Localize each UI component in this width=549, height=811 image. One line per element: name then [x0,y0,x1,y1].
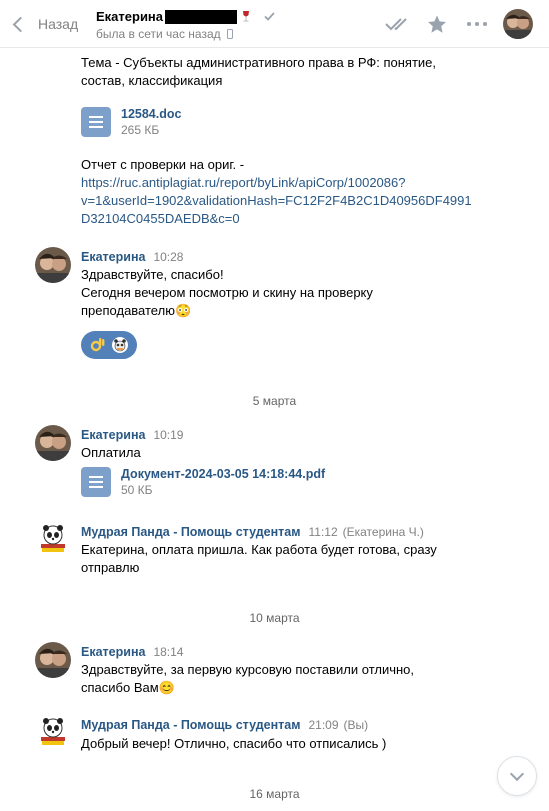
document-name[interactable]: 12584.doc [121,107,181,122]
avatar[interactable] [35,642,71,678]
report-link[interactable]: https://ruc.antiplagiat.ru/report/byLink… [81,174,501,228]
message-text: Тема - Субъекты административного права … [81,55,437,88]
document-size: 50 КБ [121,483,153,497]
reactor-avatar [112,337,128,353]
avatar[interactable] [35,425,71,461]
message-time: 11:12 [308,525,338,539]
star-icon[interactable] [425,12,449,36]
back-chevron-icon [12,16,29,32]
document-icon [81,467,111,497]
date-separator: 5 марта [252,394,297,408]
message-time: 18:14 [153,645,184,659]
message-author[interactable]: Екатерина [81,428,145,442]
back-button[interactable]: Назад [10,12,78,36]
back-label: Назад [38,16,79,32]
document-attachment[interactable]: Документ-2024-03-05 14:18:44.pdf 50 КБ [81,467,325,498]
message-editor: (Вы) [343,718,369,732]
wine-glass-icon [241,10,251,23]
document-attachment[interactable]: 12584.doc 265 КБ [81,107,181,138]
verified-check-icon [264,10,275,24]
peer-info[interactable]: Екатерина была в сети час назад [96,8,275,41]
date-separator: 16 марта [249,787,300,801]
message-time: 10:28 [153,250,184,264]
message-text: Здравствуйте, спасибо! Сегодня вечером п… [81,267,373,318]
message-time: 21:09 [308,718,339,732]
message-text: Здравствуйте, за первую курсовую постави… [81,662,415,695]
message-text: Екатерина, оплата пришла. Как работа буд… [81,542,437,575]
message-time: 10:19 [153,428,184,442]
message-author[interactable]: Мудрая Панда - Помощь студентам [81,525,300,539]
chat-header: Назад Екатерина была в сети час назад [0,0,549,48]
double-check-icon[interactable] [385,12,409,36]
message-author[interactable]: Мудрая Панда - Помощь студентам [81,718,300,732]
message-text: Отчет с проверки на ориг. - https://ruc.… [81,156,501,228]
avatar[interactable] [503,9,533,39]
scroll-down-button[interactable] [497,756,537,796]
message-text: Оплатила [81,445,141,460]
panda-avatar[interactable] [37,715,69,747]
date-separator: 10 марта [249,611,300,625]
document-name[interactable]: Документ-2024-03-05 14:18:44.pdf [121,467,325,482]
phone-icon [226,29,233,39]
redacted-surname [165,9,238,24]
document-icon [81,107,111,137]
smile-emoji: 😊 [158,680,175,695]
flushed-emoji: 😳 [174,303,192,318]
message-text: Добрый вечер! Отлично, спасибо что отпис… [81,736,387,751]
more-icon[interactable] [465,12,489,36]
peer-status: была в сети час назад [96,27,221,41]
ok-hand-emoji [90,337,106,353]
message-author[interactable]: Екатерина [81,645,145,659]
message-author[interactable]: Екатерина [81,250,145,264]
peer-name: Екатерина [96,9,164,24]
reaction-badge[interactable] [81,331,137,359]
panda-avatar[interactable] [37,522,69,554]
message-editor: (Екатерина Ч.) [342,525,424,539]
document-size: 265 КБ [121,123,160,137]
chevron-down-icon [509,766,525,781]
avatar[interactable] [35,247,71,283]
